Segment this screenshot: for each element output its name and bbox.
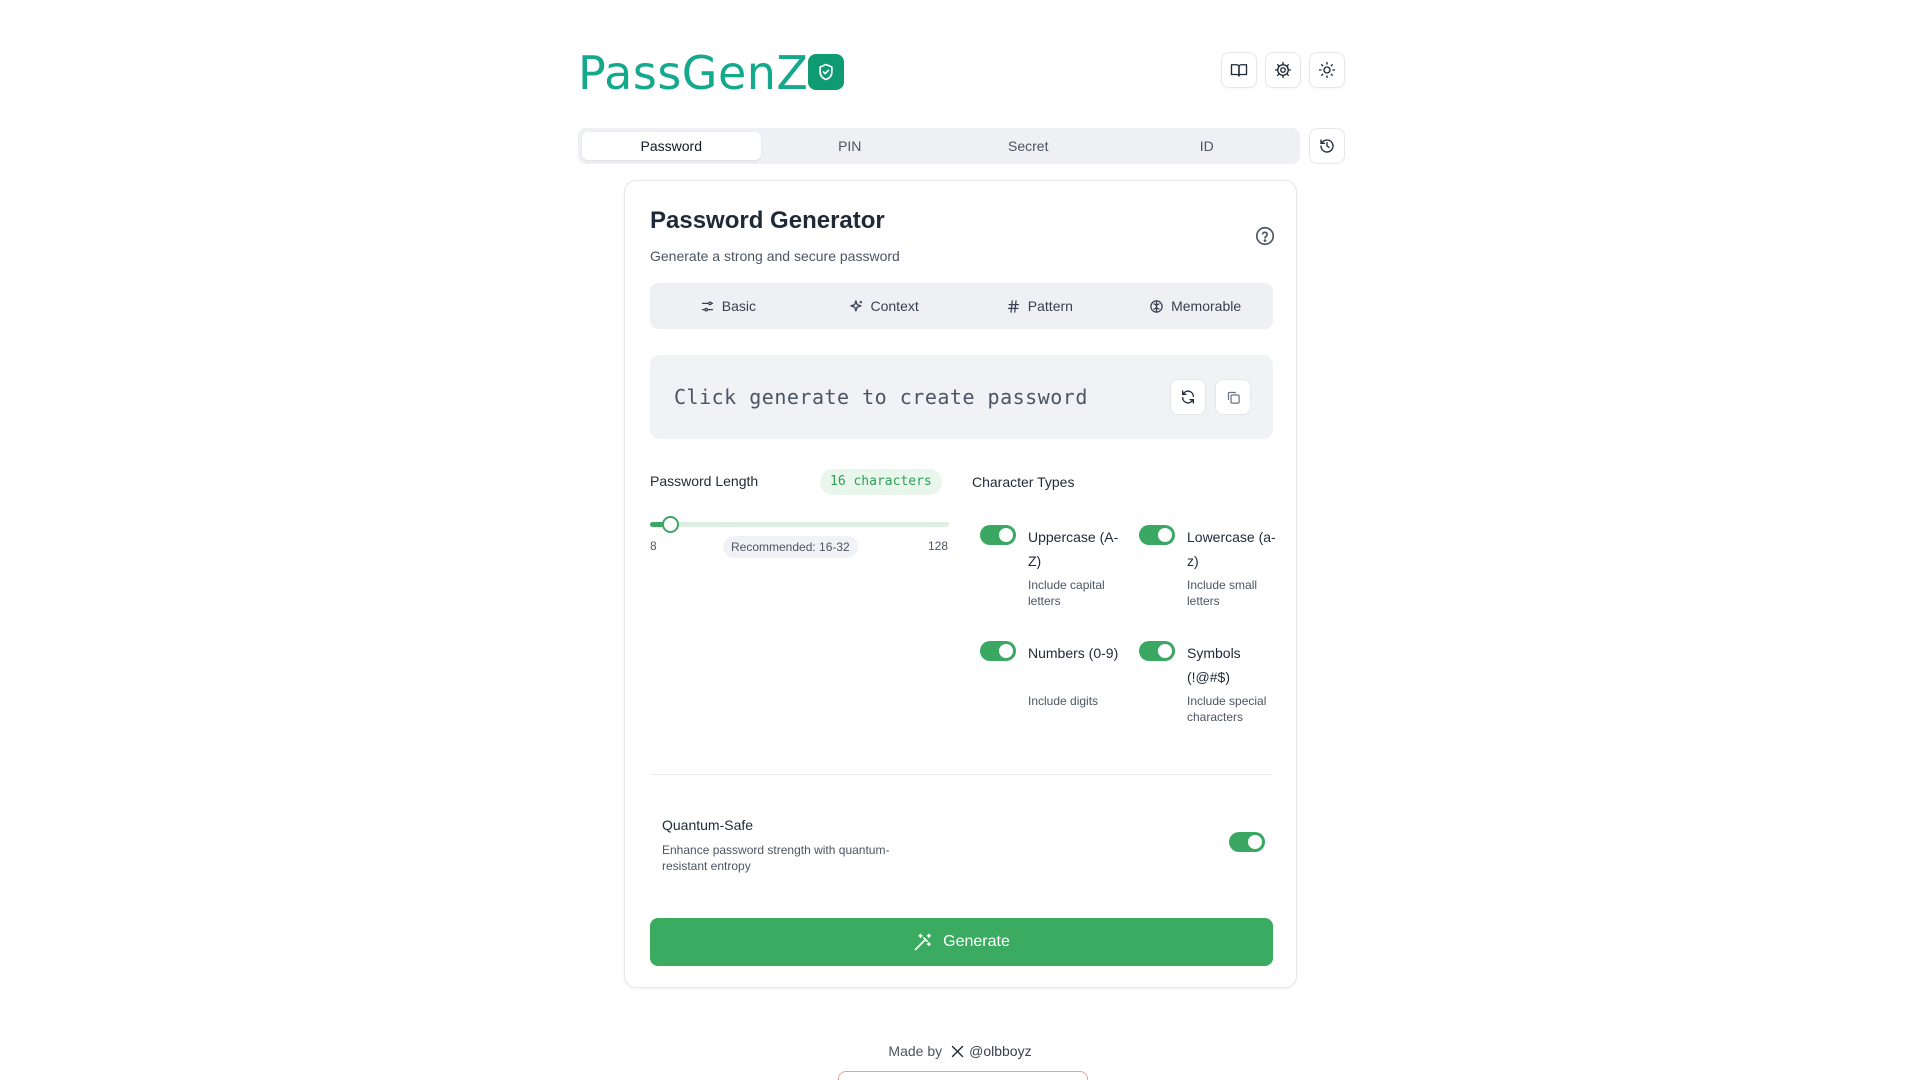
mode-basic-label: Basic [721, 298, 756, 314]
uppercase-desc: Include capital letters [1028, 578, 1105, 608]
theme-toggle-button[interactable] [1309, 52, 1345, 88]
docs-button[interactable] [1221, 52, 1257, 88]
quantum-safe-switch[interactable] [1229, 832, 1265, 852]
shield-check-icon [808, 54, 844, 90]
quantum-safe-desc: Enhance password strength with quantum-r… [662, 843, 890, 873]
author-link[interactable]: @olbboyz [950, 1043, 1032, 1059]
symbols-label: Symbols (!@#$) [1187, 645, 1241, 685]
copy-button[interactable] [1215, 379, 1251, 415]
recommended-badge: Recommended: 16-32 [723, 536, 858, 558]
mode-memorable[interactable]: Memorable [1117, 283, 1273, 329]
mode-tabs: Basic Context Pattern Memorable [650, 283, 1273, 329]
main-tabs: Password PIN Secret ID [578, 128, 1300, 164]
gear-icon [1274, 61, 1292, 79]
uppercase-switch[interactable] [980, 525, 1016, 545]
password-output[interactable]: Click generate to create password [650, 355, 1273, 439]
sun-icon [1318, 61, 1336, 79]
logo-text: PassGenZ [578, 46, 809, 100]
password-output-text: Click generate to create password [674, 385, 1088, 409]
header: PassGenZ [578, 50, 1345, 96]
mode-context-label: Context [870, 298, 919, 314]
uppercase-label: Uppercase (A-Z) [1028, 529, 1119, 569]
length-max: 128 [928, 539, 949, 553]
history-icon [1320, 139, 1334, 153]
made-by-text: Made by [888, 1043, 943, 1059]
mode-context[interactable]: Context [806, 283, 962, 329]
length-label: Password Length [650, 473, 759, 489]
length-slider-thumb[interactable] [661, 516, 679, 533]
generator-card: Password Generator Generate a strong and… [624, 180, 1297, 988]
magic-wand-icon [914, 933, 932, 951]
author-handle: @olbboyz [969, 1043, 1032, 1059]
card-subtitle: Generate a strong and secure password [650, 248, 900, 264]
card-title: Password Generator [650, 207, 885, 234]
x-logo-icon [951, 1045, 964, 1057]
tab-password[interactable]: Password [582, 132, 761, 160]
length-slider[interactable] [650, 516, 949, 533]
tab-pin[interactable]: PIN [761, 132, 940, 160]
tab-id[interactable]: ID [1118, 132, 1297, 160]
copy-icon [1227, 391, 1240, 404]
generate-button[interactable]: Generate [650, 918, 1273, 966]
mode-memorable-label: Memorable [1171, 298, 1242, 314]
character-types-title: Character Types [972, 474, 1075, 490]
symbols-switch[interactable] [1139, 641, 1175, 661]
help-icon[interactable] [1254, 225, 1276, 247]
numbers-switch[interactable] [980, 641, 1016, 661]
sliders-icon [701, 301, 713, 311]
mode-pattern[interactable]: Pattern [962, 283, 1118, 329]
lowercase-switch[interactable] [1139, 525, 1175, 545]
divider [650, 774, 1273, 775]
numbers-desc: Include digits [1028, 694, 1099, 708]
mode-basic[interactable]: Basic [650, 283, 806, 329]
footer: Made by @olbboyz [0, 1043, 1920, 1059]
hash-icon [1007, 299, 1019, 313]
lowercase-label: Lowercase (a-z) [1187, 529, 1276, 569]
refresh-icon [1182, 390, 1194, 404]
lowercase-desc: Include small letters [1187, 578, 1258, 608]
generate-label: Generate [943, 933, 1010, 950]
mode-pattern-label: Pattern [1027, 298, 1073, 314]
brain-icon [1150, 299, 1163, 313]
symbols-desc: Include special characters [1187, 694, 1267, 724]
tab-secret[interactable]: Secret [939, 132, 1118, 160]
quantum-safe-title: Quantum-Safe [662, 817, 754, 833]
settings-button[interactable] [1265, 52, 1301, 88]
book-icon [1230, 64, 1248, 77]
sparkles-icon [849, 299, 862, 311]
numbers-label: Numbers (0-9) [1028, 645, 1119, 661]
history-button[interactable] [1309, 128, 1345, 164]
length-min: 8 [650, 539, 657, 553]
length-badge: 16 characters [820, 469, 942, 495]
regenerate-button[interactable] [1170, 379, 1206, 415]
footer-action-button[interactable] [838, 1071, 1088, 1080]
